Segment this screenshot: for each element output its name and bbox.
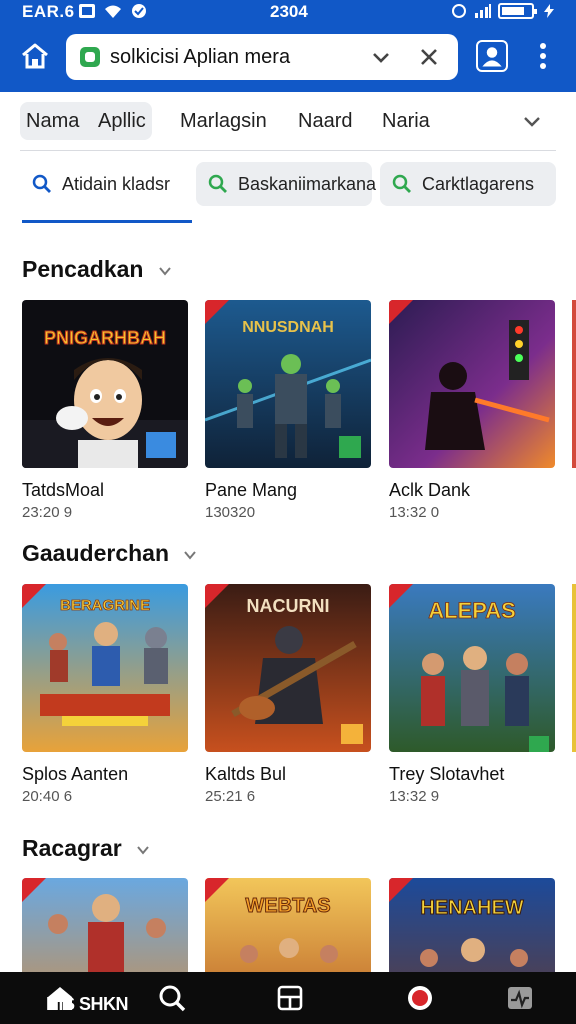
search-chip-1[interactable]: Atidain kladsr <box>20 162 192 206</box>
activity-icon[interactable] <box>506 984 534 1012</box>
bottom-nav-label: HIS SHKN <box>46 994 129 1014</box>
art-title: PNIGARHBAH <box>44 328 166 348</box>
app-meta: 20:40 6 <box>22 788 73 805</box>
section-title[interactable]: Racagrar <box>22 835 150 862</box>
url-input[interactable] <box>110 42 380 72</box>
home-icon[interactable] <box>20 42 50 70</box>
app-meta: 25:21 6 <box>205 788 256 805</box>
grid-icon[interactable] <box>276 984 304 1012</box>
address-bar[interactable] <box>66 34 458 80</box>
art-title: ALEPAS <box>428 598 516 623</box>
app-thumbnail: BERAGRINE <box>22 584 188 752</box>
app-thumbnail: PNIGARHBAH <box>22 300 188 468</box>
app-thumbnail: NACURNI <box>205 584 371 752</box>
chip-label: Carktlagarens <box>422 174 535 194</box>
section-title[interactable]: Pencadkan <box>22 256 172 283</box>
section-title-text: Racagrar <box>22 835 122 861</box>
top-app-bar: EAR.6 2304 <box>0 0 576 92</box>
game-art-image: NNUSDNAH <box>205 300 371 468</box>
status-bar: EAR.6 2304 <box>0 0 576 24</box>
game-art-image: BERAGRINE <box>22 584 188 752</box>
search-icon <box>392 174 411 193</box>
section-title-text: Pencadkan <box>22 256 144 282</box>
chip-label: Baskaniimarkana <box>238 174 377 194</box>
search-icon <box>208 174 227 193</box>
battery-icon <box>498 3 537 19</box>
close-icon[interactable] <box>418 46 440 68</box>
clock-time: 2304 <box>270 2 308 21</box>
art-title: HENAHEW <box>420 897 523 919</box>
tab-category-5[interactable]: Naria <box>382 110 430 133</box>
app-meta: 13:32 9 <box>389 788 440 805</box>
app-thumbnail: ALEPAS <box>389 584 555 752</box>
search-icon <box>32 174 51 193</box>
category-tabs: Nama Apllic Marlagsin Naard Naria <box>0 100 576 144</box>
tab-category-4[interactable]: Naard <box>298 110 352 133</box>
app-meta: 13:32 0 <box>389 504 440 521</box>
app-thumbnail: NNUSDNAH <box>205 300 371 468</box>
carrier-label: EAR.6 <box>22 2 75 21</box>
active-chip-indicator <box>22 220 192 223</box>
art-title: WEBTAS <box>245 895 330 917</box>
app-meta: 23:20 9 <box>22 504 73 521</box>
art-title: NNUSDNAH <box>242 319 334 336</box>
account-icon[interactable] <box>476 40 508 72</box>
game-art-image: PNIGARHBAH <box>22 300 188 468</box>
tab-category-2[interactable]: Apllic <box>98 110 146 133</box>
chevron-down-icon <box>184 551 197 560</box>
app-name: Splos Aanten <box>22 764 129 784</box>
search-chip-3[interactable]: Carktlagarens <box>380 162 556 206</box>
notification-icons <box>78 3 148 19</box>
app-name: Trey Slotavhet <box>389 764 505 784</box>
charging-icon <box>544 4 554 18</box>
signal-icon <box>475 4 491 18</box>
more-vert-icon[interactable] <box>536 42 550 70</box>
divider <box>20 150 556 151</box>
wifi-icon <box>105 5 121 18</box>
next-card-peek <box>572 584 576 752</box>
app-name: TatdsMoal <box>22 480 105 500</box>
record-icon[interactable] <box>406 984 434 1012</box>
tab-category-3[interactable]: Marlagsin <box>180 110 267 133</box>
search-icon[interactable] <box>158 984 186 1012</box>
search-chip-2[interactable]: Baskaniimarkana <box>196 162 376 206</box>
app-thumbnail <box>389 300 555 468</box>
art-title: NACURNI <box>247 596 330 616</box>
section-title-text: Gaauderchan <box>22 540 169 566</box>
next-card-peek <box>572 300 576 468</box>
shield-icon <box>132 4 146 18</box>
game-art-image: NACURNI <box>205 584 371 752</box>
chevron-down-icon <box>159 267 171 276</box>
game-art-image: ALEPAS <box>389 584 555 752</box>
photo-icon <box>79 4 95 18</box>
chip-label: Atidain kladsr <box>62 174 171 194</box>
alarm-icon <box>452 4 466 18</box>
bottom-navigation: HIS SHKN <box>0 972 576 1024</box>
app-name: Pane Mang <box>205 480 298 500</box>
section-title[interactable]: Gaauderchan <box>22 540 197 567</box>
chevron-down-icon[interactable] <box>522 112 542 132</box>
chevron-down-icon[interactable] <box>370 46 392 68</box>
app-name: Kaltds Bul <box>205 764 287 784</box>
tab-category-1[interactable]: Nama <box>26 110 79 133</box>
game-art-image <box>389 300 555 468</box>
art-title: BERAGRINE <box>60 597 150 614</box>
app-meta: 130320 <box>205 504 256 521</box>
app-name: Aclk Dank <box>389 480 471 500</box>
system-icons <box>450 3 558 19</box>
chevron-down-icon <box>137 846 149 855</box>
lock-icon <box>80 47 100 67</box>
